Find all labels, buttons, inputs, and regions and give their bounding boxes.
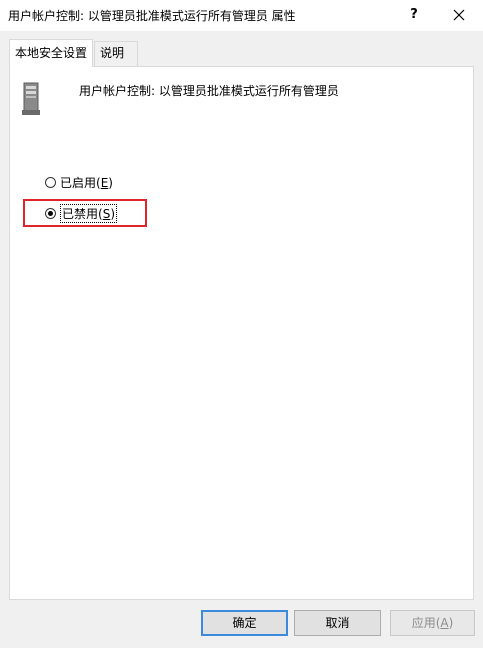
help-icon: ?	[410, 7, 418, 22]
close-button[interactable]	[437, 2, 481, 28]
tab-label: 说明	[100, 46, 125, 60]
radio-enabled[interactable]: 已启用(E)	[45, 173, 113, 191]
apply-button[interactable]: 应用(A)	[390, 610, 475, 636]
radio-enabled-label: 已启用(E)	[60, 175, 113, 190]
title-bar: 用户帐户控制: 以管理员批准模式运行所有管理员 属性 ?	[0, 0, 483, 31]
close-icon	[453, 9, 465, 21]
ok-button[interactable]: 确定	[201, 610, 288, 636]
radio-enabled-circle[interactable]	[45, 176, 56, 188]
server-icon	[22, 82, 40, 115]
tab-local-security-setting[interactable]: 本地安全设置	[9, 39, 94, 67]
tab-panel	[9, 66, 474, 600]
cancel-button[interactable]: 取消	[294, 610, 381, 636]
tab-explain[interactable]: 说明	[94, 41, 138, 66]
highlight-box	[23, 199, 147, 227]
tab-label: 本地安全设置	[15, 46, 88, 60]
window-title: 用户帐户控制: 以管理员批准模式运行所有管理员 属性	[8, 9, 296, 23]
help-button[interactable]: ?	[396, 2, 432, 28]
policy-description: 用户帐户控制: 以管理员批准模式运行所有管理员	[79, 84, 339, 98]
